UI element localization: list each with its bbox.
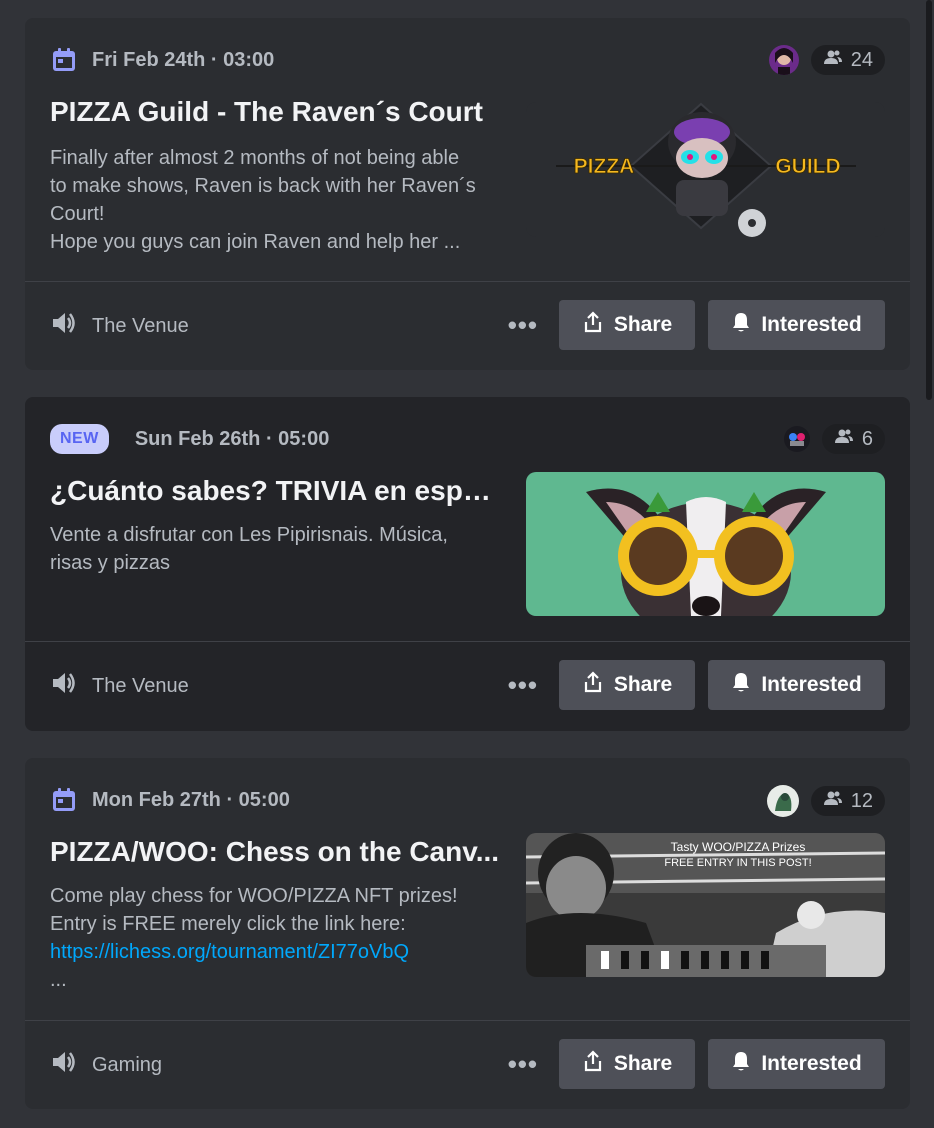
description-ellipsis: ... <box>50 969 67 991</box>
attendee-count[interactable]: 12 <box>810 786 885 816</box>
interested-button[interactable]: Interested <box>708 1039 885 1089</box>
attendee-count[interactable]: 24 <box>810 45 885 75</box>
thumb-guild-text: GUILD <box>775 155 840 178</box>
host-avatar[interactable] <box>768 45 799 75</box>
event-cover-image <box>526 472 885 616</box>
event-cover-image: PIZZA GUILD <box>526 102 885 237</box>
share-button[interactable]: Share <box>559 1039 695 1089</box>
event-channel[interactable]: Gaming <box>50 1021 162 1109</box>
attendee-count-value: 24 <box>850 48 873 71</box>
description-line: Hope you guys can join Raven and help he… <box>50 231 461 253</box>
bell-icon <box>731 1050 751 1078</box>
event-title[interactable]: PIZZA Guild - The Raven´s Court <box>50 96 510 128</box>
description-line: Finally after almost 2 months of not bei… <box>50 147 460 169</box>
share-button[interactable]: Share <box>559 300 695 350</box>
description-line: Come play chess for WOO/PIZZA NFT prizes… <box>50 885 458 907</box>
channel-name: The Venue <box>92 314 189 337</box>
speaker-icon <box>50 669 78 703</box>
host-avatar[interactable] <box>766 785 799 817</box>
share-icon <box>582 311 604 339</box>
host-avatar[interactable] <box>783 426 810 452</box>
event-actions: ••• Share Interested <box>508 1039 885 1089</box>
speaker-icon <box>50 1048 78 1082</box>
event-link[interactable]: https://lichess.org/tournament/ZI77oVbQ <box>50 941 409 963</box>
description-line: risas y pizzas <box>50 552 171 574</box>
event-date: Sun Feb 26th · 05:00 <box>134 427 330 450</box>
share-label: Share <box>613 1052 673 1075</box>
event-footer: The Venue ••• Share Interested <box>25 642 910 730</box>
event-description: Vente a disfrutar con Les Pipirisnais. M… <box>50 521 510 577</box>
event-channel[interactable]: The Venue <box>50 282 189 370</box>
event-footer: Gaming ••• Share Interested <box>25 1021 910 1109</box>
people-icon <box>823 788 843 814</box>
description-line: Court! <box>50 203 105 225</box>
event-card[interactable]: Fri Feb 24th · 03:00 24 PIZZA Guild - Th… <box>25 18 910 370</box>
interested-label: Interested <box>761 1052 862 1075</box>
thumb-prize-text: Tasty WOO/PIZZA Prizes <box>671 840 806 854</box>
event-actions: ••• Share Interested <box>508 300 885 350</box>
bell-icon <box>731 671 751 699</box>
people-icon <box>834 426 854 452</box>
channel-name: Gaming <box>92 1053 163 1076</box>
event-card[interactable]: Mon Feb 27th · 05:00 12 PIZZA/WOO: Chess… <box>25 758 910 1109</box>
event-date: Mon Feb 27th · 05:00 <box>92 788 290 811</box>
event-card[interactable]: NEW Sun Feb 26th · 05:00 6 ¿Cuánto sabes… <box>25 397 910 731</box>
event-title[interactable]: ¿Cuánto sabes? TRIVIA en espa... <box>50 475 500 507</box>
calendar-icon <box>50 786 78 814</box>
scrollbar[interactable] <box>926 0 932 400</box>
interested-button[interactable]: Interested <box>708 300 885 350</box>
attendee-count-value: 6 <box>861 427 873 450</box>
event-date-row: NEW Sun Feb 26th · 05:00 <box>50 424 330 454</box>
more-options-icon[interactable]: ••• <box>508 1049 538 1080</box>
event-date-row: Mon Feb 27th · 05:00 <box>50 786 290 814</box>
attendee-count-value: 12 <box>850 789 873 812</box>
speaker-icon <box>50 309 78 343</box>
interested-button[interactable]: Interested <box>708 660 885 710</box>
event-date-row: Fri Feb 24th · 03:00 <box>50 46 274 74</box>
share-icon <box>582 671 604 699</box>
share-label: Share <box>613 313 673 336</box>
event-description: Finally after almost 2 months of not bei… <box>50 144 510 256</box>
event-channel[interactable]: The Venue <box>50 642 189 730</box>
event-meta: 24 <box>768 45 885 75</box>
people-icon <box>823 47 843 73</box>
share-icon <box>582 1050 604 1078</box>
event-meta: 6 <box>783 424 885 454</box>
event-title[interactable]: PIZZA/WOO: Chess on the Canv... <box>50 836 505 868</box>
description-line: to make shows, Raven is back with her Ra… <box>50 175 476 197</box>
attendee-count[interactable]: 6 <box>821 424 885 454</box>
event-meta: 12 <box>766 785 885 817</box>
more-options-icon[interactable]: ••• <box>508 310 538 341</box>
description-line: Entry is FREE merely click the link here… <box>50 913 406 935</box>
share-button[interactable]: Share <box>559 660 695 710</box>
more-options-icon[interactable]: ••• <box>508 670 538 701</box>
interested-label: Interested <box>761 313 862 336</box>
share-label: Share <box>613 673 673 696</box>
event-footer: The Venue ••• Share Interested <box>25 282 910 370</box>
event-actions: ••• Share Interested <box>508 660 885 710</box>
description-line: Vente a disfrutar con Les Pipirisnais. M… <box>50 524 448 546</box>
channel-name: The Venue <box>92 674 189 697</box>
interested-label: Interested <box>761 673 862 696</box>
event-description: Come play chess for WOO/PIZZA NFT prizes… <box>50 882 520 994</box>
event-cover-image: Tasty WOO/PIZZA Prizes FREE ENTRY IN THI… <box>526 833 885 977</box>
thumb-entry-text: FREE ENTRY IN THIS POST! <box>664 857 811 869</box>
new-badge: NEW <box>50 424 109 454</box>
calendar-icon <box>50 46 78 74</box>
thumb-pizza-text: PIZZA <box>574 155 635 178</box>
bell-icon <box>731 311 751 339</box>
event-date: Fri Feb 24th · 03:00 <box>92 48 275 71</box>
